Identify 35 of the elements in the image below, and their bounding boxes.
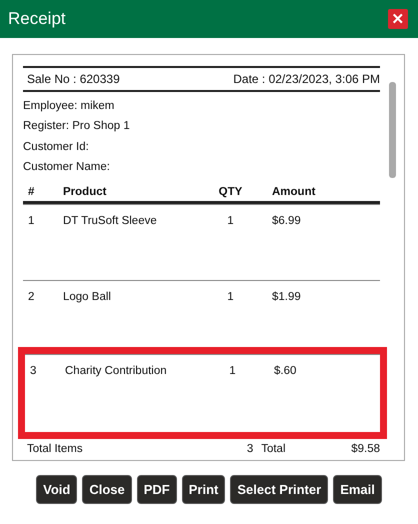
table-cell-text: 1 — [226, 214, 235, 227]
table-cell-text: Charity Contribution — [64, 365, 168, 378]
action-button[interactable]: Close — [82, 475, 132, 504]
info-line: Customer Id: — [23, 140, 90, 155]
action-button[interactable]: Void — [36, 475, 78, 504]
sale-date: Date : 02/23/2023, 3:06 PM — [233, 72, 380, 86]
column-header: Amount — [271, 186, 316, 198]
action-button[interactable]: Email — [333, 475, 382, 504]
action-button[interactable]: Print — [182, 475, 226, 504]
column-header: QTY — [218, 186, 244, 198]
table-cell-text: 3 — [29, 365, 38, 378]
action-button[interactable]: Select Printer — [230, 475, 328, 504]
sale-number: Sale No : 620339 — [27, 72, 120, 86]
total-label: Total — [261, 443, 287, 456]
info-line: Employee: mikem — [23, 98, 116, 114]
table-cell-text: 1 — [27, 214, 36, 227]
info-line: Customer Name: — [23, 160, 111, 176]
table-cell-text: DT TruSoft Sleeve — [62, 214, 158, 227]
table-cell-text: 2 — [27, 290, 36, 303]
column-header: Product — [62, 186, 108, 198]
total-items-label: Total Items — [27, 443, 84, 456]
info-line: Register: Pro Shop 1 — [23, 119, 131, 134]
action-button[interactable]: PDF — [136, 475, 177, 504]
table-cell-text: 1 — [228, 365, 237, 378]
table-cell-text: $.60 — [273, 365, 298, 378]
table-cell-text: 1 — [226, 290, 235, 303]
table-cell-text: $6.99 — [271, 214, 302, 227]
table-cell-text: Logo Ball — [62, 290, 112, 303]
column-header: # — [27, 186, 36, 198]
window-title: Receipt — [8, 9, 66, 29]
close-button[interactable]: ✕ — [388, 9, 408, 29]
total-value: $9.58 — [351, 443, 380, 456]
total-items-value: 3 — [246, 443, 254, 456]
scrollbar-thumb[interactable] — [388, 82, 396, 178]
table-cell-text: $1.99 — [271, 290, 302, 303]
